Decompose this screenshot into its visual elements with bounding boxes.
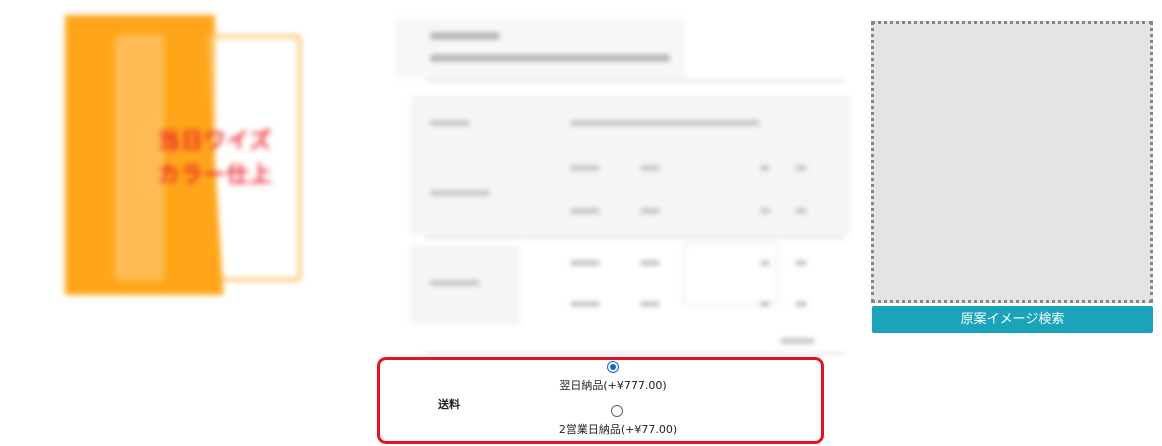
blurred-text: [640, 301, 660, 307]
blurred-text: [795, 165, 807, 171]
blurred-text: [570, 165, 600, 171]
two-business-day-delivery-radio[interactable]: [611, 405, 623, 417]
blurred-text: [795, 208, 807, 214]
product-caption-line2: カラー仕上: [157, 163, 273, 188]
product-image-caption: 当日ワイズ カラー仕上: [130, 125, 300, 193]
shipping-label: 送料: [438, 398, 460, 411]
product-image: 当日ワイズ カラー仕上: [55, 5, 315, 315]
blurred-text: [430, 120, 470, 126]
blurred-text: [570, 301, 600, 307]
image-drop-zone[interactable]: [871, 21, 1153, 303]
blurred-text: [430, 190, 490, 196]
blurred-text: [795, 260, 807, 266]
divider: [425, 80, 845, 81]
divider: [425, 237, 845, 238]
blurred-order-form: [385, 10, 855, 355]
title-line: [430, 32, 500, 40]
blurred-text: [430, 280, 480, 286]
options-block: [410, 95, 850, 235]
blurred-text: [760, 165, 770, 171]
next-day-delivery-label[interactable]: 翌日納品(+¥777.00): [513, 377, 713, 393]
image-search-button[interactable]: 原案イメージ検索: [872, 306, 1153, 333]
product-caption-line1: 当日ワイズ: [157, 129, 273, 154]
blurred-text: [570, 208, 600, 214]
blurred-text: [570, 260, 600, 266]
title-line: [430, 54, 670, 62]
next-day-delivery-radio[interactable]: [607, 361, 619, 373]
blurred-text: [760, 208, 770, 214]
blurred-text: [640, 165, 660, 171]
product-title-card: [395, 18, 685, 78]
divider: [425, 353, 845, 354]
blurred-text: [760, 260, 770, 266]
two-business-day-delivery-label[interactable]: 2営業日納品(+¥77.00): [518, 421, 718, 437]
blurred-text: [795, 301, 807, 307]
blurred-text: [780, 338, 815, 344]
blurred-text: [640, 208, 660, 214]
blurred-text: [760, 301, 770, 307]
blurred-input-box: [683, 243, 777, 305]
blurred-text: [640, 260, 660, 266]
blurred-text: [570, 120, 760, 126]
